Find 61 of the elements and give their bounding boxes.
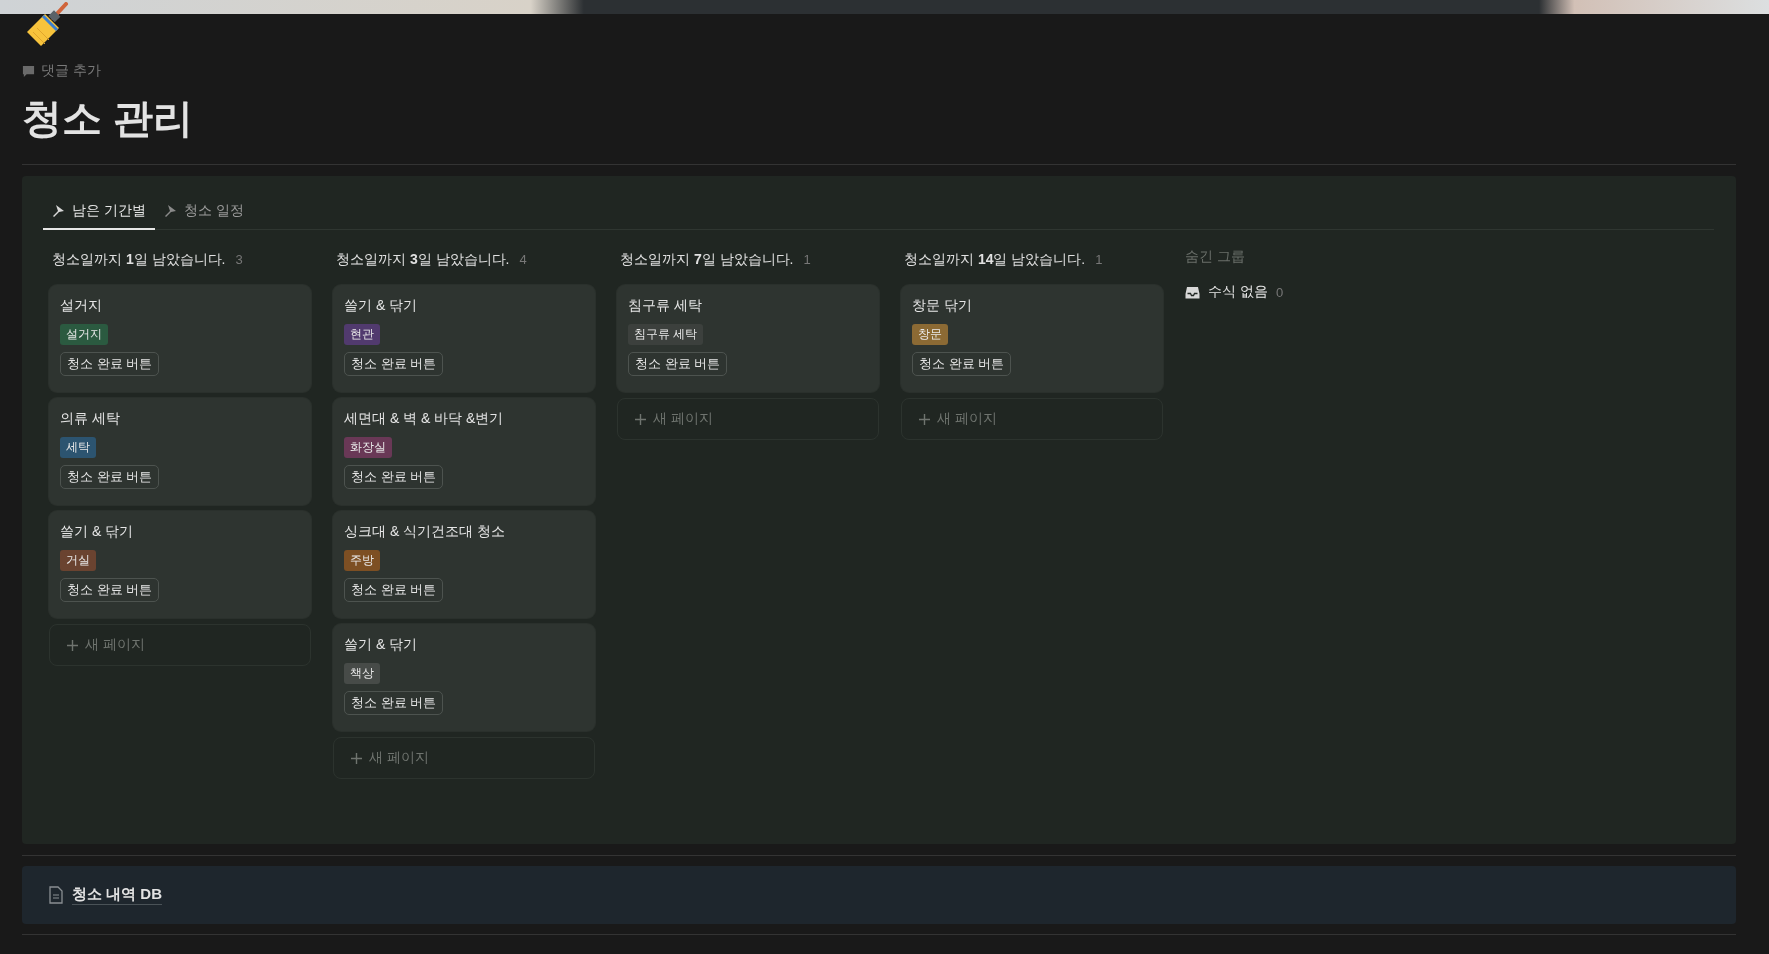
task-card[interactable]: 침구류 세탁 침구류 세탁 청소 완료 버튼: [617, 285, 879, 392]
task-card[interactable]: 창문 닦기 창문 청소 완료 버튼: [901, 285, 1163, 392]
card-title: 싱크대 & 식기건조대 청소: [344, 523, 505, 541]
group-count: 1: [803, 252, 811, 267]
document-icon: [48, 886, 64, 904]
cleaning-done-button[interactable]: 청소 완료 버튼: [628, 352, 728, 376]
group-count: 4: [519, 252, 527, 267]
comment-icon: [22, 64, 35, 78]
room-tag: 세탁: [60, 437, 96, 458]
card-title: 창문 닦기: [912, 297, 972, 315]
hidden-group-label[interactable]: 수식 없음: [1208, 283, 1268, 301]
cleaning-done-button[interactable]: 청소 완료 버튼: [60, 578, 160, 602]
room-tag: 침구류 세탁: [628, 324, 704, 345]
room-tag: 거실: [60, 550, 96, 571]
group-title: 청소일까지 3일 남았습니다.: [336, 251, 510, 269]
database-link[interactable]: 청소 내역 DB: [72, 885, 162, 905]
hidden-groups-title: 숨긴 그룹: [1185, 247, 1246, 266]
room-tag: 주방: [344, 550, 380, 571]
task-card[interactable]: 쓸기 & 닦기 거실 청소 완료 버튼: [49, 511, 311, 618]
cleaning-done-button[interactable]: 청소 완료 버튼: [912, 352, 1012, 376]
add-comment-link[interactable]: 댓글 추가: [41, 62, 101, 80]
cleaning-done-button[interactable]: 청소 완료 버튼: [60, 465, 160, 489]
task-card[interactable]: 쓸기 & 닦기 현관 청소 완료 버튼: [333, 285, 595, 392]
cleaning-done-button[interactable]: 청소 완료 버튼: [344, 578, 444, 602]
room-tag: 책상: [344, 663, 380, 684]
card-title: 설거지: [60, 297, 102, 315]
room-tag: 창문: [912, 324, 948, 345]
card-title: 쓸기 & 닦기: [344, 297, 418, 315]
cleaning-done-button[interactable]: 청소 완료 버튼: [344, 691, 444, 715]
view-tab[interactable]: 남은 기간별: [43, 196, 155, 230]
plus-icon: [66, 638, 79, 652]
plus-icon: [634, 412, 647, 426]
cleaning-done-button[interactable]: 청소 완료 버튼: [344, 352, 444, 376]
card-title: 쓸기 & 닦기: [60, 523, 134, 541]
pin-icon: [163, 204, 178, 218]
group-count: 0: [1275, 284, 1284, 300]
page-title: 청소 관리: [22, 92, 1736, 165]
group-title: 청소일까지 1일 남았습니다.: [52, 251, 226, 269]
card-title: 쓸기 & 닦기: [344, 636, 418, 654]
task-card[interactable]: 싱크대 & 식기건조대 청소 주방 청소 완료 버튼: [333, 511, 595, 618]
task-card[interactable]: 의류 세탁 세탁 청소 완료 버튼: [49, 398, 311, 505]
room-tag: 설거지: [60, 324, 108, 345]
card-title: 의류 세탁: [60, 410, 120, 428]
group-title: 청소일까지 14일 남았습니다.: [904, 251, 1086, 269]
cleaning-done-button[interactable]: 청소 완료 버튼: [60, 352, 160, 376]
task-card[interactable]: 설거지 설거지 청소 완료 버튼: [49, 285, 311, 392]
task-card[interactable]: 세면대 & 벽 & 바닥 &변기 화장실 청소 완료 버튼: [333, 398, 595, 505]
card-title: 세면대 & 벽 & 바닥 &변기: [344, 410, 504, 428]
plus-icon: [350, 751, 363, 765]
group-title: 청소일까지 7일 남았습니다.: [620, 251, 794, 269]
room-tag: 화장실: [344, 437, 392, 458]
group-count: 3: [235, 252, 243, 267]
pin-icon: [52, 204, 66, 218]
room-tag: 현관: [344, 324, 380, 345]
view-tab[interactable]: 청소 일정: [154, 196, 253, 230]
group-count: 1: [1095, 252, 1103, 267]
task-card[interactable]: 쓸기 & 닦기 책상 청소 완료 버튼: [333, 624, 595, 731]
plus-icon: [918, 412, 931, 426]
inbox-icon: [1185, 284, 1200, 300]
cleaning-done-button[interactable]: 청소 완료 버튼: [344, 465, 444, 489]
card-title: 침구류 세탁: [628, 297, 702, 315]
